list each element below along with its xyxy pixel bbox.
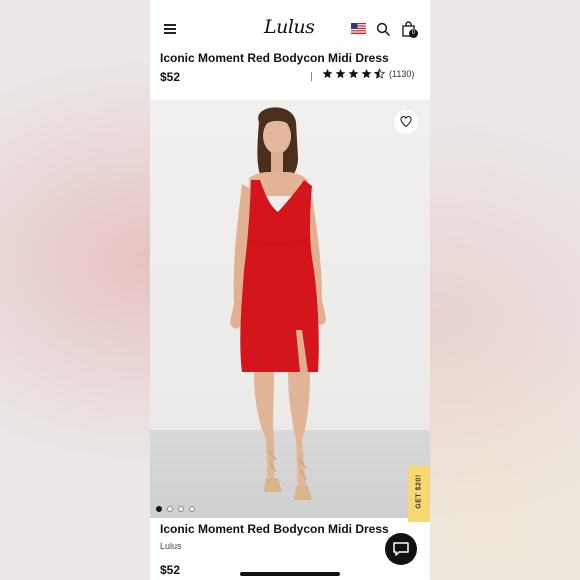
product-price: $52 xyxy=(160,70,181,84)
menu-icon[interactable] xyxy=(164,24,176,34)
image-carousel-dots xyxy=(156,506,200,512)
divider xyxy=(311,72,312,81)
home-indicator xyxy=(240,572,340,576)
search-icon[interactable] xyxy=(376,22,390,36)
promo-tab[interactable]: GET $20! xyxy=(408,466,430,522)
chat-button[interactable] xyxy=(385,533,417,565)
phone-screen: Lulus 0 Iconic Moment Red Bodycon Midi D… xyxy=(150,0,430,580)
model-figure xyxy=(230,107,326,500)
wishlist-button[interactable] xyxy=(394,110,418,134)
product-title-secondary: Iconic Moment Red Bodycon Midi Dress xyxy=(160,522,389,536)
review-count[interactable]: (1130) xyxy=(389,69,414,79)
star-icon xyxy=(322,68,333,79)
product-summary-header: Iconic Moment Red Bodycon Midi Dress $52… xyxy=(150,48,430,98)
product-price-secondary: $52 xyxy=(160,563,181,577)
carousel-dot[interactable] xyxy=(167,506,173,512)
half-star-icon xyxy=(374,68,385,79)
heart-icon xyxy=(400,116,412,128)
cart-count-badge: 0 xyxy=(409,29,418,38)
carousel-dot[interactable] xyxy=(156,506,162,512)
top-nav-bar: Lulus 0 xyxy=(150,0,430,48)
carousel-dot[interactable] xyxy=(189,506,195,512)
star-icon xyxy=(348,68,359,79)
brand-logo[interactable]: Lulus xyxy=(264,16,315,38)
star-icon xyxy=(335,68,346,79)
star-icon xyxy=(361,68,372,79)
product-image[interactable] xyxy=(150,100,430,518)
carousel-dot[interactable] xyxy=(178,506,184,512)
rating-stars[interactable]: (1130) xyxy=(322,68,414,79)
product-title: Iconic Moment Red Bodycon Midi Dress xyxy=(160,51,389,65)
promo-label: GET $20! xyxy=(415,474,423,509)
product-brand[interactable]: Lulus xyxy=(160,541,182,551)
chat-bubble-icon xyxy=(393,542,409,556)
us-flag-icon[interactable] xyxy=(351,23,366,34)
